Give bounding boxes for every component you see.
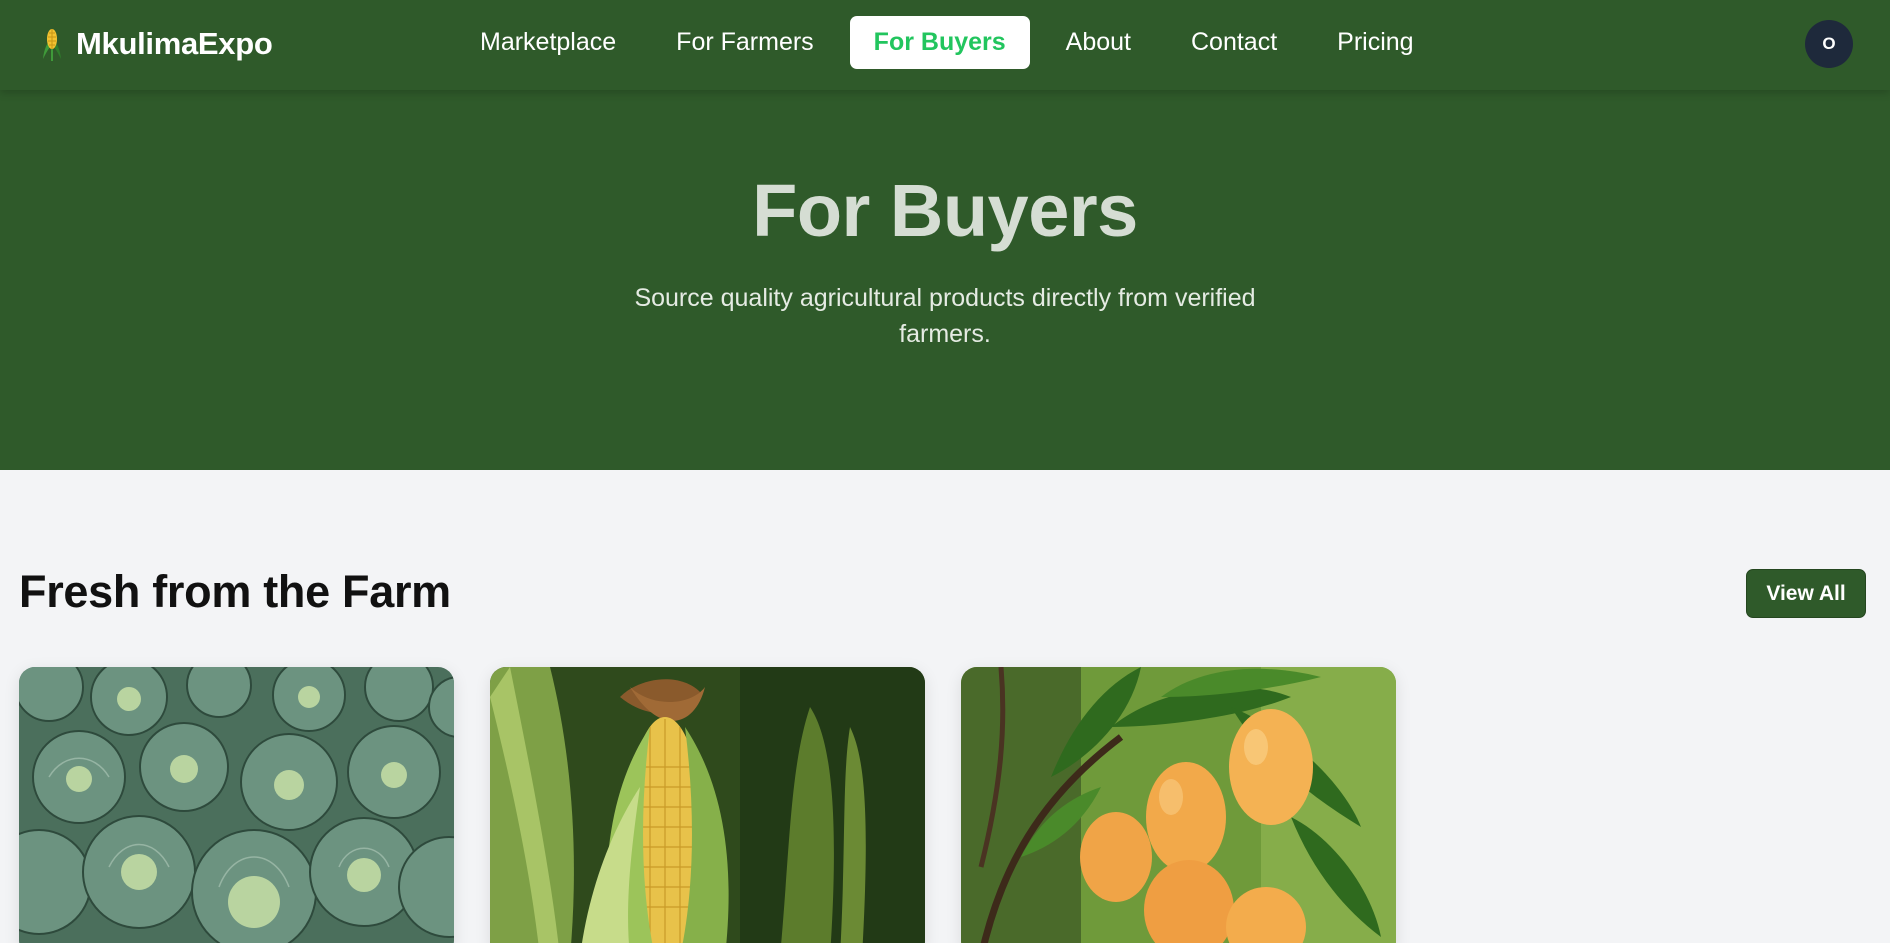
- nav-link-pricing[interactable]: Pricing: [1313, 16, 1437, 69]
- maize-cob-image: [490, 667, 925, 943]
- view-all-button[interactable]: View All: [1746, 569, 1866, 618]
- product-card-maize[interactable]: [490, 667, 925, 943]
- nav-link-about[interactable]: About: [1042, 16, 1155, 69]
- nav-link-contact[interactable]: Contact: [1167, 16, 1301, 69]
- user-avatar[interactable]: O: [1805, 20, 1853, 68]
- nav-link-marketplace[interactable]: Marketplace: [456, 16, 640, 69]
- hero-subtitle: Source quality agricultural products dir…: [634, 284, 1256, 348]
- hero-banner: For Buyers Source quality agricultural p…: [0, 90, 1890, 470]
- main-nav: Marketplace For Farmers For Buyers About…: [456, 16, 1450, 69]
- corn-icon: [43, 29, 61, 61]
- section-title: Fresh from the Farm: [19, 566, 451, 617]
- top-navbar: MkulimaExpo Marketplace For Farmers For …: [0, 0, 1890, 90]
- cabbage-field-image: [19, 667, 454, 943]
- brand-logo-link[interactable]: MkulimaExpo: [38, 22, 273, 66]
- brand-name: MkulimaExpo: [76, 26, 273, 61]
- nav-link-for-farmers[interactable]: For Farmers: [652, 16, 838, 69]
- nav-link-for-buyers[interactable]: For Buyers: [849, 16, 1030, 69]
- product-card-mango[interactable]: [961, 667, 1396, 943]
- mango-branch-image: [961, 667, 1396, 943]
- product-card-cabbage[interactable]: [19, 667, 454, 943]
- page-title: For Buyers: [752, 169, 1138, 252]
